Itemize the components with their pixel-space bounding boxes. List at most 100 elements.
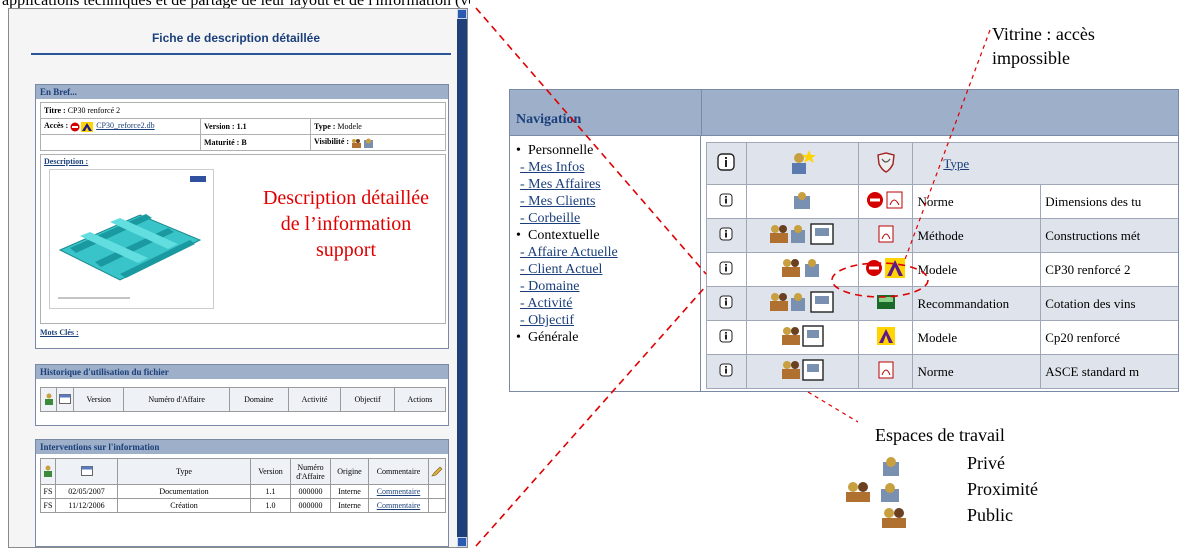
table-row[interactable]: Norme Dimensions des tu — [706, 184, 1178, 219]
calendar-icon — [56, 387, 74, 412]
historique-section: Historique d'utilisation du fichier Vers… — [35, 364, 449, 426]
table-row[interactable]: Recommandation Cotation des vins — [706, 286, 1178, 321]
pencil-icon — [428, 458, 446, 485]
title-rule — [31, 53, 451, 55]
mots-cles-link[interactable]: Mots Clés : — [40, 328, 444, 337]
nav-item-activite[interactable]: - Activité — [516, 295, 694, 312]
nav-item-mes-infos[interactable]: - Mes Infos — [516, 159, 694, 176]
navigation-title: Navigation — [516, 112, 582, 127]
en-bref-section: En Bref... Titre : CP30 renforcé 2 Accès… — [35, 84, 449, 349]
hist-col-actions: Actions — [393, 387, 447, 412]
nav-item-objectif[interactable]: - Objectif — [516, 312, 694, 329]
nav-item-mes-clients[interactable]: - Mes Clients — [516, 193, 694, 210]
proximity-icon — [352, 138, 374, 148]
public-pda-workspace-icon — [782, 358, 824, 381]
hist-col-domaine: Domaine — [228, 387, 289, 412]
info-icon — [719, 261, 733, 274]
model-blocked-icon — [865, 257, 905, 278]
table-row[interactable]: Modele Cp20 renforcé — [706, 320, 1178, 355]
info-icon — [719, 363, 733, 376]
svg-text:applications techniques et de: applications techniques et de partage de… — [2, 0, 470, 8]
private-workspace-icon — [883, 457, 899, 476]
info-table: Titre : CP30 renforcé 2 Accès : CP30_ref… — [40, 102, 446, 151]
gif-icon — [876, 294, 895, 309]
maturite-cell: Maturité : B — [200, 134, 311, 151]
visibilite-cell: Visibilité : — [310, 134, 446, 151]
interventions-header: Interventions sur l'information — [36, 440, 448, 454]
workspace-pointer — [807, 391, 859, 423]
info-icon — [719, 295, 733, 308]
user-icon — [40, 458, 56, 485]
acces-file-link[interactable]: CP30_reforce2.db — [96, 121, 154, 130]
table-row[interactable]: Méthode Constructions mét — [706, 218, 1178, 253]
table-row: FS 02/05/2007 Documentation 1.1 000000 I… — [40, 484, 446, 499]
scroll-up-icon[interactable] — [457, 9, 467, 19]
workspace-new-header-icon[interactable] — [745, 142, 859, 185]
calendar-icon — [55, 458, 118, 485]
hist-col-version: Version — [72, 387, 125, 412]
empty-cell — [40, 134, 201, 151]
info-icon — [719, 193, 733, 206]
titre-value: CP30 renforcé 2 — [67, 106, 121, 115]
nav-item-client-actuel[interactable]: - Client Actuel — [516, 261, 694, 278]
proximity-pda-workspace-icon — [770, 290, 834, 313]
interventions-section: Interventions sur l'information Type Ver… — [35, 439, 449, 547]
table-row: FS 11/12/2006 Création 1.0 000000 Intern… — [40, 498, 446, 513]
description-label[interactable]: Description : — [44, 157, 88, 166]
nav-item-mes-affaires[interactable]: - Mes Affaires — [516, 176, 694, 193]
vertical-scrollbar[interactable] — [457, 9, 467, 547]
hist-col-objectif: Objectif — [340, 387, 395, 412]
documents-header-row: Type — [706, 142, 1178, 185]
vitrine-annotation: Vitrine : accès impossible — [992, 24, 1095, 68]
nav-category-generale: Générale — [516, 329, 694, 346]
nav-category-personnelle: Personnelle — [516, 142, 694, 159]
historique-header: Historique d'utilisation du fichier — [36, 365, 448, 379]
documents-table: Type Norme Dimensions des tu Méthode Con… — [706, 142, 1178, 389]
model-blocked-icon — [70, 121, 94, 132]
fiche-window: Fiche de description détaillée En Bref..… — [8, 8, 468, 548]
info-icon — [719, 227, 733, 240]
table-row[interactable]: Norme ASCE standard m — [706, 354, 1178, 389]
table-row[interactable]: Modele CP30 renforcé 2 — [706, 252, 1178, 287]
navigation-menu: Personnelle - Mes Infos - Mes Affaires -… — [510, 136, 701, 391]
version-cell: Version : 1.1 — [200, 118, 311, 135]
private-workspace-icon — [794, 191, 811, 209]
interventions-table: Type Version Numéro d'Affaire Origine Co… — [40, 458, 446, 513]
legend-row-prive: Privé — [843, 453, 1173, 477]
commentaire-link[interactable]: Commentaire — [377, 501, 421, 510]
nav-item-affaire-actuelle[interactable]: - Affaire Actuelle — [516, 244, 694, 261]
interv-col-affaire: Numéro d'Affaire — [290, 458, 331, 485]
red-annotation: Description détaillée de l’information s… — [262, 187, 430, 261]
interv-col-origine: Origine — [330, 458, 369, 485]
type-column-header[interactable]: Type — [912, 142, 1178, 185]
navigation-panel: Navigation Personnelle - Mes Infos - Mes… — [509, 89, 1179, 392]
description-box: Description : Description détaillée de l… — [40, 154, 446, 324]
model-icon — [876, 326, 895, 345]
navigation-header: Navigation — [510, 90, 1178, 136]
interv-col-commentaire: Commentaire — [368, 458, 429, 485]
proximity-pda-workspace-icon — [770, 222, 834, 245]
interv-col-type: Type — [117, 458, 251, 485]
acces-cell: Accès : CP30_reforce2.db — [40, 118, 201, 135]
nav-item-corbeille[interactable]: - Corbeille — [516, 210, 694, 227]
en-bref-header: En Bref... — [36, 85, 448, 99]
model-render-image — [49, 169, 214, 309]
pdf-blocked-icon — [866, 191, 902, 208]
legend-row-proximite: Proximité — [843, 479, 1173, 503]
type-cell: Type : Modele — [310, 118, 446, 135]
info-icon — [719, 329, 733, 342]
user-icon — [40, 387, 57, 412]
info-header-icon — [706, 142, 747, 185]
commentaire-link[interactable]: Commentaire — [377, 487, 421, 496]
proximity-workspace-icon — [846, 482, 899, 502]
legend-title: Espaces de travail — [875, 425, 1005, 445]
public-pda-workspace-icon — [782, 324, 824, 347]
nav-item-domaine[interactable]: - Domaine — [516, 278, 694, 295]
scroll-down-icon[interactable] — [457, 537, 467, 547]
pdf-icon — [878, 361, 893, 378]
historique-table: Version Numéro d'Affaire Domaine Activit… — [40, 387, 447, 412]
hist-col-activite: Activité — [287, 387, 342, 412]
shield-header-icon[interactable] — [857, 142, 914, 185]
workspace-legend: Espaces de travail Privé Proximité Publi… — [843, 425, 1173, 553]
public-workspace-icon — [882, 508, 906, 528]
